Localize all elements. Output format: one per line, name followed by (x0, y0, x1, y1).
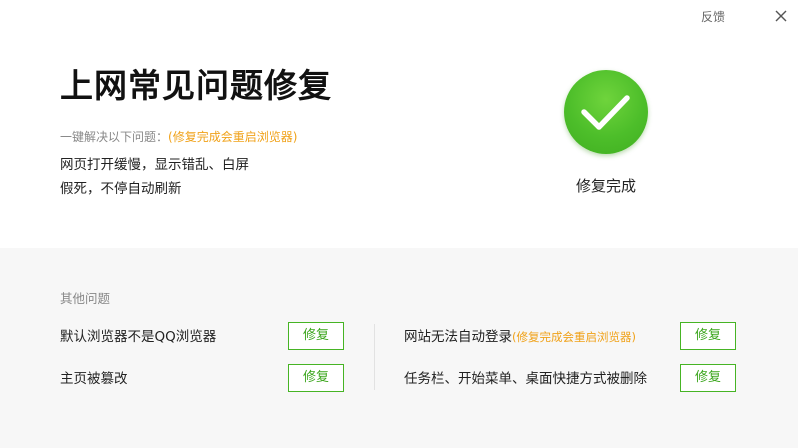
close-button[interactable] (772, 7, 790, 25)
issue-shortcuts-deleted: 任务栏、开始菜单、桌面快捷方式被删除 (404, 369, 647, 389)
close-icon (775, 10, 787, 22)
feedback-link[interactable]: 反馈 (701, 8, 725, 26)
issue-auto-login: 网站无法自动登录(修复完成会重启浏览器) (404, 327, 636, 347)
issue-label: 任务栏、开始菜单、桌面快捷方式被删除 (404, 371, 647, 387)
status-label: 修复完成 (575, 177, 636, 195)
issue-label: 主页被篡改 (60, 371, 128, 387)
fix-homepage-button[interactable]: 修复 (288, 364, 344, 392)
subtitle: 一键解决以下问题：(修复完成会重启浏览器) (60, 128, 297, 146)
page-title: 上网常见问题修复 (60, 66, 332, 105)
fixed-issue-2: 假死，不停自动刷新 (60, 181, 182, 197)
issue-default-browser: 默认浏览器不是QQ浏览器 (60, 327, 216, 347)
issue-label: 网站无法自动登录 (404, 329, 512, 345)
status-badge (564, 70, 648, 154)
fix-default-browser-button[interactable]: 修复 (288, 322, 344, 350)
fixed-issue-1: 网页打开缓慢，显示错乱、白屏 (60, 157, 249, 173)
fix-shortcuts-button[interactable]: 修复 (680, 364, 736, 392)
column-divider (374, 324, 375, 390)
restart-note: (修复完成会重启浏览器) (168, 130, 298, 144)
issue-homepage-tampered: 主页被篡改 (60, 369, 128, 389)
other-issues-panel: 其他问题 默认浏览器不是QQ浏览器 修复 主页被篡改 修复 网站无法自动登录(修… (0, 248, 798, 448)
issue-label: 默认浏览器不是QQ浏览器 (60, 329, 217, 345)
checkmark-icon (581, 95, 630, 130)
restart-note: (修复完成会重启浏览器) (512, 330, 636, 344)
section-title: 其他问题 (60, 291, 111, 306)
fix-auto-login-button[interactable]: 修复 (680, 322, 736, 350)
subtitle-prefix: 一键解决以下问题： (60, 130, 169, 144)
